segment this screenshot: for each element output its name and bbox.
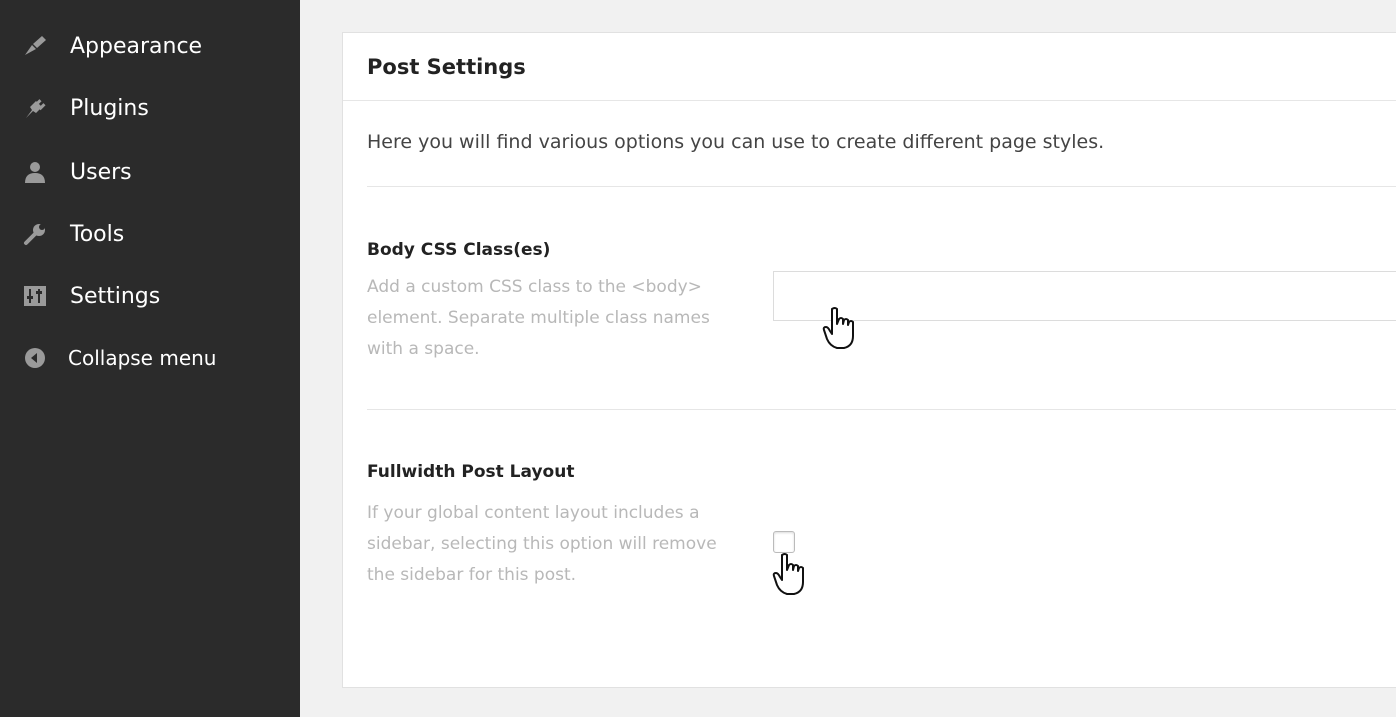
header-divider [343,100,1396,101]
plug-icon [22,95,48,121]
panel-title: Post Settings [367,55,526,79]
paintbrush-icon [22,33,48,59]
section-divider [367,409,1396,410]
fullwidth-description: If your global content layout includes a… [367,503,717,585]
collapse-menu-button[interactable]: Collapse menu [0,330,300,386]
section-divider [367,186,1396,187]
sidebar-item-appearance[interactable]: Appearance [0,18,300,74]
sidebar-item-users[interactable]: Users [0,144,300,200]
hand-cursor-icon [822,307,854,349]
body-css-description: Add a custom CSS class to the <body> ele… [367,277,710,359]
settings-icon [22,283,48,309]
sidebar-item-settings[interactable]: Settings [0,268,300,324]
post-settings-panel: Post Settings Here you will find various… [342,32,1396,688]
users-icon [22,159,48,185]
body-css-title: Body CSS Class(es) [367,240,551,260]
body-css-input[interactable] [773,271,1396,321]
hand-cursor-icon [772,553,804,595]
fullwidth-checkbox[interactable] [773,531,795,553]
admin-sidebar: Appearance Plugins Users Tools Settings … [0,0,300,717]
panel-intro: Here you will find various options you c… [367,131,1105,153]
sidebar-item-label: Plugins [70,95,149,121]
wrench-icon [22,221,48,247]
sidebar-item-label: Settings [70,283,161,309]
sidebar-item-label: Users [70,159,132,185]
sidebar-item-label: Appearance [70,33,203,59]
collapse-arrow-icon [22,345,48,371]
sidebar-item-label: Tools [70,221,125,247]
sidebar-item-tools[interactable]: Tools [0,206,300,262]
fullwidth-title: Fullwidth Post Layout [367,462,575,482]
sidebar-item-plugins[interactable]: Plugins [0,80,300,136]
collapse-menu-label: Collapse menu [68,346,217,370]
